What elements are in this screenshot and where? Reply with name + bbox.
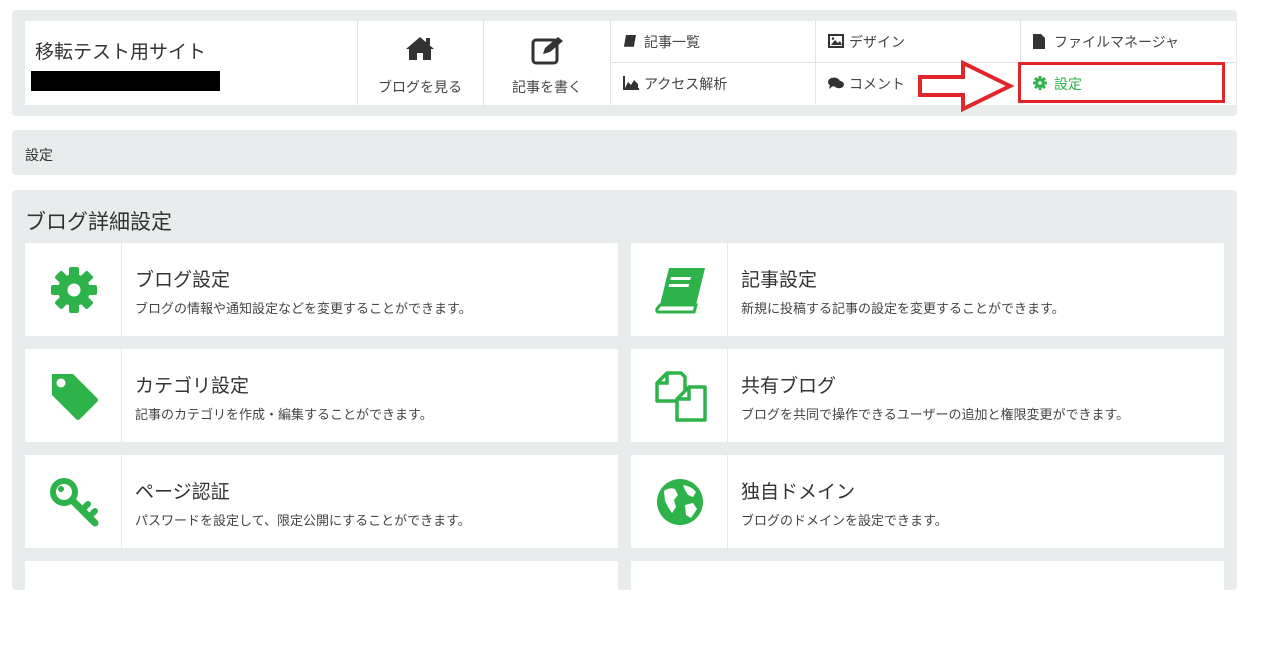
globe-icon [657,479,703,525]
view-blog-button[interactable]: ブログを見る [357,21,484,105]
site-info: 移転テスト用サイト [25,21,358,105]
edit-icon [531,37,563,65]
files-icon [655,371,707,422]
section-title: ブログ詳細設定 [25,210,172,234]
card-desc: ブログのドメインを設定できます。 [741,514,948,529]
blog-detail-settings-panel: ブログ詳細設定 ブログ設定 ブログの情報や通知設定などを変更することができます。 [12,190,1237,654]
book-icon [655,268,705,314]
nav-design-label: デザイン [849,35,905,51]
card-page-auth[interactable]: ページ認証 パスワードを設定して、限定公開にすることができます。 [25,455,618,548]
card-category-settings[interactable]: カテゴリ設定 記事のカテゴリを作成・編集することができます。 [25,349,618,442]
arrow-annotation-icon [918,59,1015,113]
nav-file-manager[interactable]: ファイルマネージャ [1021,21,1236,63]
tag-icon [52,374,98,420]
card-blog-settings[interactable]: ブログ設定 ブログの情報や通知設定などを変更することができます。 [25,243,618,336]
image-icon [828,34,844,48]
card-title: ページ認証 [135,481,230,503]
nav-post-list[interactable]: 記事一覧 [611,21,816,63]
file-icon [1033,34,1045,49]
card-custom-domain[interactable]: 独自ドメイン ブログのドメインを設定できます。 [631,455,1224,548]
key-icon [50,478,99,527]
card-desc: パスワードを設定して、限定公開にすることができます。 [135,514,471,529]
site-title[interactable]: 移転テスト用サイト [35,37,206,64]
redacted-url [31,71,220,91]
breadcrumb-current: 設定 [25,148,53,164]
breadcrumb: 設定 [12,130,1237,175]
card-title: 記事設定 [741,269,818,291]
card-title: 共有ブログ [741,375,837,397]
area-chart-icon [623,76,639,90]
card-next-row-right[interactable] [631,561,1224,654]
nav-post-list-label: 記事一覧 [644,35,700,51]
nav-comments-label: コメント [849,77,905,93]
write-post-button[interactable]: 記事を書く [484,21,611,105]
nav-design[interactable]: デザイン [816,21,1021,63]
card-title: カテゴリ設定 [135,375,250,397]
nav-access-analytics[interactable]: アクセス解析 [611,63,816,104]
card-desc: 新規に投稿する記事の設定を変更することができます。 [741,302,1065,317]
home-icon [406,37,434,60]
card-shared-blog[interactable]: 共有ブログ ブログを共同で操作できるユーザーの追加と権限変更ができます。 [631,349,1224,442]
card-post-settings[interactable]: 記事設定 新規に投稿する記事の設定を変更することができます。 [631,243,1224,336]
book-icon [624,35,636,47]
write-post-label: 記事を書く [512,80,582,96]
card-title: ブログ設定 [135,269,231,291]
card-desc: ブログを共同で操作できるユーザーの追加と権限変更ができます。 [741,408,1130,423]
gear-icon [51,267,97,313]
nav-file-manager-label: ファイルマネージャ [1054,35,1180,51]
settings-highlight-box [1018,62,1225,103]
card-desc: 記事のカテゴリを作成・編集することができます。 [135,408,433,423]
card-desc: ブログの情報や通知設定などを変更することができます。 [135,302,472,317]
comments-icon [828,77,844,89]
card-next-row-left[interactable] [25,561,618,654]
nav-access-analytics-label: アクセス解析 [644,77,728,93]
view-blog-label: ブログを見る [378,80,462,96]
card-title: 独自ドメイン [741,481,856,503]
